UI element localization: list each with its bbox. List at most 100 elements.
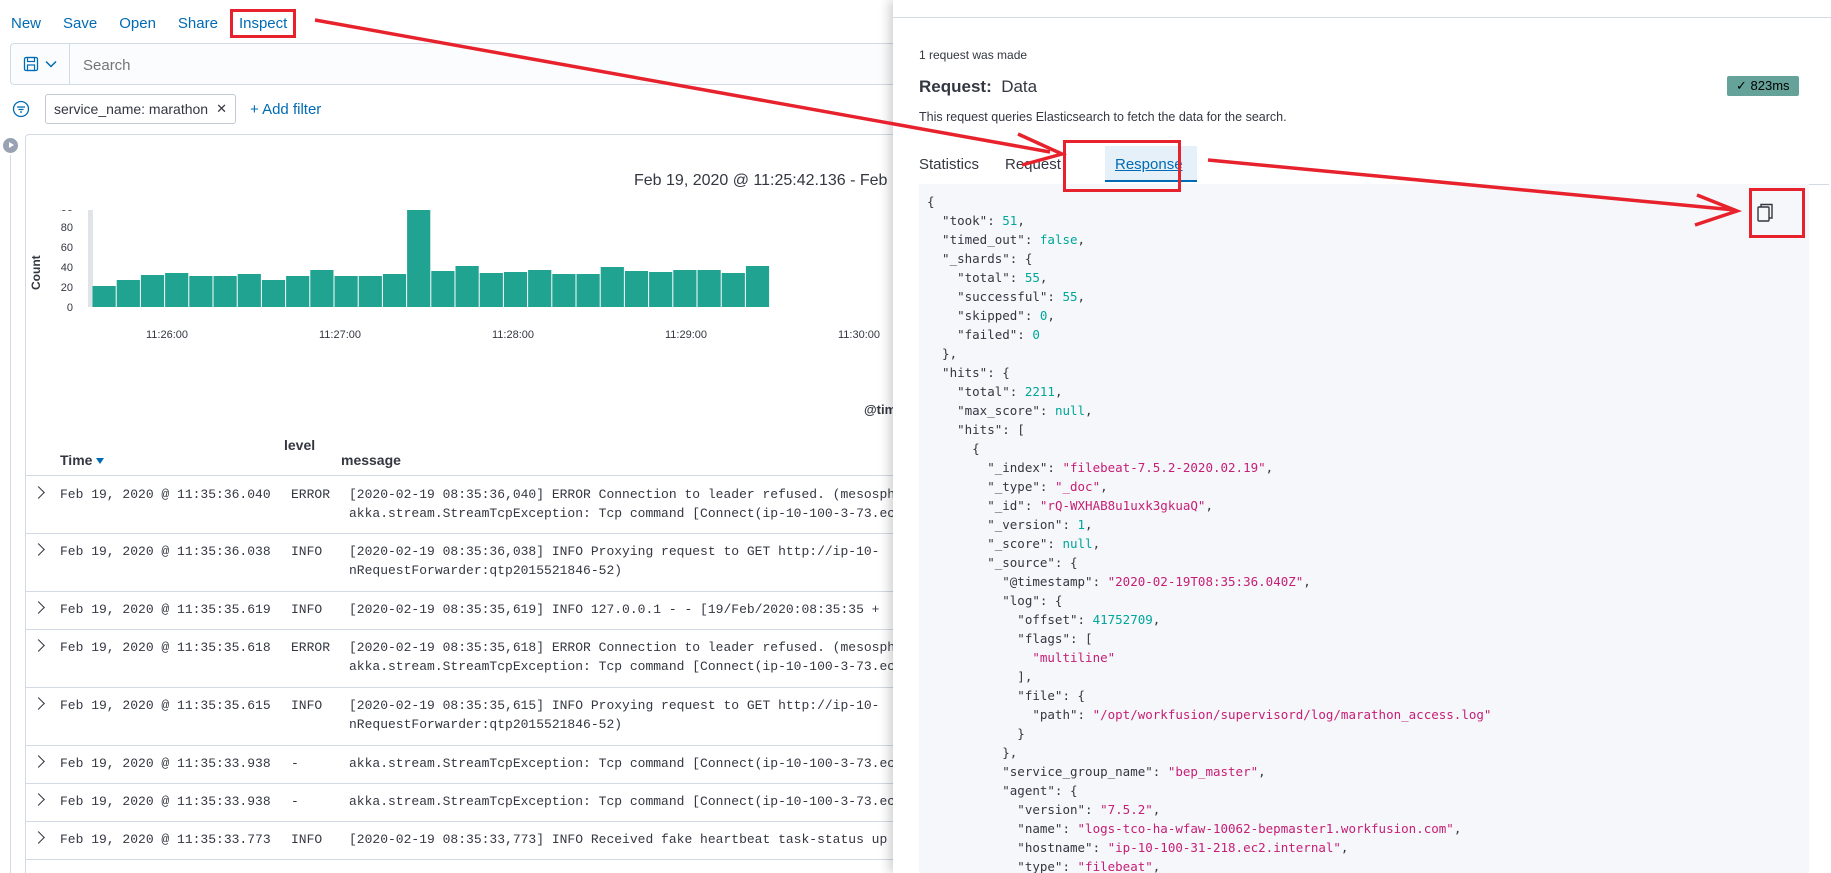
- tab-statistics[interactable]: Statistics: [919, 156, 979, 173]
- filter-options-icon[interactable]: [12, 100, 30, 118]
- histogram-bar[interactable]: [407, 210, 431, 307]
- json-key: "max_score":: [927, 403, 1055, 418]
- y-tick-label: 80: [61, 222, 73, 234]
- search-input[interactable]: [81, 44, 785, 86]
- histogram-bar[interactable]: [552, 274, 576, 307]
- code-line: "_version": 1,: [927, 515, 1491, 534]
- json-key: "_version":: [927, 517, 1078, 532]
- row-divider: [25, 533, 893, 534]
- histogram-bar[interactable]: [382, 274, 407, 307]
- sort-arrow-icon[interactable]: [96, 458, 105, 465]
- histogram-bar[interactable]: [576, 274, 600, 307]
- json-key: "offset":: [927, 612, 1093, 627]
- histogram-bar[interactable]: [334, 276, 358, 307]
- histogram-bar[interactable]: [116, 280, 140, 307]
- save-button[interactable]: Save: [52, 15, 108, 32]
- json-string: "ip-10-100-31-218.ec2.internal": [1107, 840, 1341, 855]
- code-line: "file": {: [927, 686, 1491, 705]
- row-level: INFO: [291, 698, 323, 713]
- json-value: 2211: [1024, 384, 1055, 399]
- chart-y-label: Count: [29, 255, 43, 290]
- column-header-level[interactable]: level: [284, 437, 315, 453]
- flyout-divider: [893, 17, 1831, 18]
- column-header-time[interactable]: Time: [60, 452, 105, 468]
- histogram-bar[interactable]: [503, 272, 528, 307]
- json-key: ,: [1085, 403, 1093, 418]
- code-line: "name": "logs-tco-ha-wfaw-10062-bepmaste…: [927, 819, 1491, 838]
- histogram-bar[interactable]: [745, 266, 770, 307]
- json-value: 1: [1077, 517, 1086, 532]
- histogram-bar[interactable]: [358, 276, 382, 307]
- json-key: ,: [1077, 232, 1086, 247]
- row-divider: [25, 629, 893, 630]
- histogram-bar[interactable]: [721, 273, 745, 307]
- tab-request[interactable]: Request: [1005, 156, 1061, 173]
- histogram-bar[interactable]: [92, 286, 116, 307]
- inspector-flyout: 1 request was made Request: Data ✓ 823ms…: [893, 0, 1831, 873]
- json-key: ,: [1039, 270, 1048, 285]
- histogram-bar[interactable]: [140, 275, 165, 307]
- inspect-button[interactable]: Inspect: [229, 8, 297, 38]
- tab-response[interactable]: Response: [1115, 156, 1183, 173]
- json-value: null: [1054, 403, 1086, 418]
- histogram-bar[interactable]: [286, 276, 310, 307]
- code-line: "timed_out": false,: [927, 230, 1491, 249]
- histogram-bar[interactable]: [261, 280, 286, 307]
- json-key: "log": {: [927, 593, 1063, 608]
- json-key: ,: [1100, 479, 1108, 494]
- json-key: "_score":: [927, 536, 1063, 551]
- histogram-chart[interactable]: 0 20 40 60 80 100 11:26:00 11:27:00 11:28:00 11:2…: [60, 210, 893, 400]
- timing-badge: ✓ 823ms: [1727, 76, 1799, 96]
- new-button[interactable]: New: [0, 15, 52, 32]
- request-title: Request: Data: [919, 77, 1037, 97]
- histogram-bar[interactable]: [600, 267, 624, 307]
- add-filter-button[interactable]: + Add filter: [250, 101, 321, 118]
- code-line: "hits": [: [927, 420, 1491, 439]
- json-value: 0: [1032, 327, 1040, 342]
- histogram-bar[interactable]: [624, 271, 649, 307]
- histogram-bar[interactable]: [189, 276, 213, 307]
- row-time: Feb 19, 2020 @ 11:35:33.938: [60, 794, 271, 809]
- histogram-bar[interactable]: [237, 274, 261, 307]
- histogram-bar[interactable]: [431, 271, 455, 307]
- histogram-bar[interactable]: [213, 276, 237, 307]
- histogram-bar[interactable]: [165, 273, 189, 307]
- histogram-bar[interactable]: [455, 266, 479, 307]
- histogram-bar[interactable]: [479, 273, 503, 307]
- json-key: ,: [1077, 289, 1086, 304]
- saved-query-button[interactable]: [11, 44, 70, 84]
- copy-icon[interactable]: [1755, 202, 1775, 224]
- x-tick-label: 11:29:00: [665, 329, 707, 341]
- histogram-bar[interactable]: [649, 272, 673, 307]
- histogram-bar[interactable]: [310, 270, 334, 307]
- filter-pill[interactable]: service_name: marathon ✕: [45, 94, 236, 124]
- histogram-bar[interactable]: [673, 270, 697, 307]
- json-key: "hits": [: [927, 422, 1025, 437]
- histogram-bar[interactable]: [697, 270, 721, 307]
- sidebar-toggle-icon[interactable]: [3, 138, 18, 153]
- row-message-line1: akka.stream.StreamTcpException: Tcp comm…: [349, 794, 893, 809]
- row-time: Feb 19, 2020 @ 11:35:35.618: [60, 640, 271, 655]
- code-line: "_shards": {: [927, 249, 1491, 268]
- column-header-message[interactable]: message: [341, 452, 401, 468]
- code-line: "agent": {: [927, 781, 1491, 800]
- histogram-bar[interactable]: [528, 270, 552, 307]
- json-string: "_doc": [1054, 479, 1101, 494]
- code-line: }: [927, 724, 1491, 743]
- chart-title: Feb 19, 2020 @ 11:25:42.136 - Feb: [634, 172, 888, 189]
- code-line: "failed": 0: [927, 325, 1491, 344]
- close-icon[interactable]: ✕: [216, 101, 227, 117]
- code-line: "service_group_name": "bep_master",: [927, 762, 1491, 781]
- json-key: },: [927, 346, 958, 361]
- json-string: "logs-tco-ha-wfaw-10062-bepmaster1.workf…: [1077, 821, 1454, 836]
- x-tick-label: 11:27:00: [319, 329, 361, 341]
- json-key: "@timestamp":: [927, 574, 1108, 589]
- row-level: INFO: [291, 544, 323, 559]
- code-line: "_type": "_doc",: [927, 477, 1491, 496]
- y-tick-label: 0: [67, 302, 73, 314]
- json-key: "total":: [927, 270, 1025, 285]
- json-key: ,: [1303, 574, 1311, 589]
- json-key: "_shards": {: [927, 251, 1033, 266]
- open-button[interactable]: Open: [108, 15, 167, 32]
- share-button[interactable]: Share: [167, 15, 229, 32]
